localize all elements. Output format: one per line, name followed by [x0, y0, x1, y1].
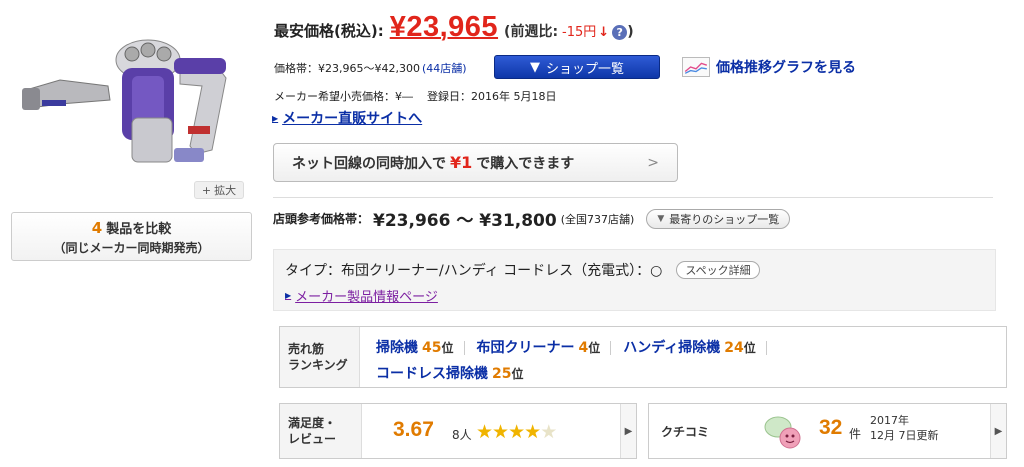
maker-direct-link[interactable]: ▶ メーカー直販サイトへ [272, 108, 422, 128]
shop-list-label: ショップ一覧 [545, 61, 624, 77]
kuchikomi-box[interactable]: クチコミ 32 件 2017年 12月 7日更新 ▶ [648, 403, 1007, 459]
net-offer-yen: ¥1 [450, 153, 473, 172]
triangle-right-icon: ▶ [285, 291, 292, 300]
star-icon: ★ [492, 421, 509, 443]
review-label: 満足度・ レビュー [280, 404, 362, 458]
price-range-row: 価格帯：¥23,965～¥42,300 (44店舗) [274, 60, 467, 76]
net-offer-pre: ネット回線の同時加入で [292, 155, 446, 172]
price-range: 価格帯：¥23,965～¥42,300 [274, 62, 420, 75]
chat-bubble-icon [764, 416, 801, 449]
help-icon[interactable]: ? [612, 25, 628, 40]
ranking-box: 売れ筋 ランキング 掃除機 45位 布団クリーナー 4位 ハンディ掃除機 24位 コードレ… [279, 326, 1007, 388]
shop-count-link[interactable]: (44店舗) [422, 60, 467, 76]
separator [610, 341, 612, 355]
kuchikomi-date-line1: 2017年 [870, 414, 909, 427]
ranking-pos: 25 [492, 366, 512, 382]
triangle-down-icon: ▼ [657, 213, 665, 224]
ranking-label: 売れ筋 ランキング [280, 327, 360, 387]
store-price-label: 店頭参考価格帯： [273, 212, 370, 226]
kuchikomi-count: 32 [819, 416, 843, 439]
triangle-right-icon: ▶ [272, 113, 279, 123]
triangle-down-icon: ▼ [529, 59, 540, 75]
star-icon: ★ [524, 421, 541, 443]
review-label-line2: レビュー [288, 432, 337, 446]
kuchikomi-date: 2017年 12月 7日更新 [870, 413, 939, 443]
ranking-unit: 位 [588, 341, 601, 355]
divider [273, 197, 993, 198]
product-image[interactable] [20, 18, 242, 188]
separator [463, 341, 465, 355]
review-box[interactable]: 満足度・ レビュー 3.67 8人 ★★★★★ ▶ [279, 403, 637, 459]
plus-icon: + [201, 183, 212, 197]
chart-icon [682, 57, 710, 77]
prev-week-close: ) [627, 24, 634, 40]
price-graph-label: 価格推移グラフを見る [716, 60, 856, 76]
shop-list-button[interactable]: ▼ ショップ一覧 [494, 55, 660, 79]
ranking-name: 布団クリーナー [476, 340, 575, 356]
chevron-right-icon[interactable]: ▶ [620, 404, 636, 458]
separator [765, 341, 767, 355]
maker-info-row: メーカー希望小売価格：¥― 登録日：2016年 5月18日 [274, 88, 557, 104]
registered-date: 登録日：2016年 5月18日 [427, 90, 557, 103]
ranking-item[interactable]: ハンディ掃除機 24位 [623, 337, 756, 357]
chevron-right-icon: > [647, 154, 659, 171]
kuchikomi-date-line2: 12月 7日更新 [870, 429, 939, 442]
ranking-items: 掃除機 45位 布団クリーナー 4位 ハンディ掃除機 24位 コードレス掃除機 25位 [376, 337, 996, 389]
ranking-pos: 4 [578, 340, 589, 356]
star-icon: ★ [540, 421, 557, 443]
star-icon: ★ [508, 421, 525, 443]
compare-count: 4 [91, 219, 103, 237]
lowest-price-row: 最安価格(税込): ¥23,965 (前週比: -15円 ↓ ? ) [274, 11, 634, 44]
compare-label: 製品を比較 [106, 222, 172, 237]
review-score: 3.67 [393, 418, 434, 441]
maker-direct-label: メーカー直販サイトへ [282, 111, 423, 127]
review-count: 8人 [452, 428, 472, 442]
ranking-pos: 45 [422, 340, 442, 356]
net-offer-post: で購入できます [476, 155, 575, 172]
spec-detail-button[interactable]: スペック詳細 [676, 261, 760, 279]
lowest-price-value[interactable]: ¥23,965 [390, 11, 498, 44]
store-count: (全国737店舗) [560, 212, 635, 226]
store-price-range: ¥23,966 ～ ¥31,800 [373, 211, 557, 231]
chevron-right-icon[interactable]: ▶ [990, 404, 1006, 458]
spec-type: タイプ：布団クリーナー/ハンディ コードレス（充電式）：○ [285, 263, 663, 279]
nearest-shops-button[interactable]: ▼ 最寄りのショップ一覧 [646, 208, 791, 229]
ranking-item[interactable]: 布団クリーナー 4位 [477, 337, 601, 357]
prev-week-value: -15円 [562, 25, 597, 40]
ranking-name: コードレス掃除機 [376, 366, 488, 382]
ranking-name: ハンディ掃除機 [623, 340, 721, 356]
review-label-line1: 満足度・ [288, 416, 337, 430]
compare-products-button[interactable]: 4 製品を比較 （同じメーカー同時期発売） [11, 212, 252, 261]
star-rating-icon: ★★★★★ [476, 421, 557, 443]
ranking-unit: 位 [511, 367, 524, 381]
compare-line: 4 製品を比較 [12, 218, 251, 237]
ranking-item[interactable]: 掃除機 45位 [376, 337, 454, 357]
ranking-unit: 位 [441, 341, 454, 355]
ranking-unit: 位 [743, 341, 756, 355]
store-price-row: 店頭参考価格帯： ¥23,966 ～ ¥31,800 (全国737店舗) ▼ 最… [273, 206, 791, 231]
ranking-pos: 24 [724, 340, 744, 356]
maker-info-label: メーカー製品情報ページ [295, 290, 438, 305]
compare-sub: （同じメーカー同時期発売） [53, 241, 210, 255]
spec-type-row: タイプ：布団クリーナー/ハンディ コードレス（充電式）：○ スペック詳細 [285, 260, 760, 280]
kuchikomi-label: クチコミ [661, 424, 710, 439]
prev-week-label: (前週比: [504, 24, 559, 40]
zoom-button[interactable]: + 拡大 [194, 181, 244, 199]
arrow-down-icon: ↓ [598, 25, 610, 40]
net-offer-button[interactable]: ネット回線の同時加入で ¥1 で購入できます > [273, 143, 678, 182]
zoom-label: 拡大 [214, 184, 237, 197]
price-graph-link[interactable]: 価格推移グラフを見る [682, 57, 856, 77]
nearest-shops-label: 最寄りのショップ一覧 [669, 212, 780, 226]
lowest-price-label: 最安価格(税込): [274, 22, 384, 40]
ranking-item[interactable]: コードレス掃除機 25位 [376, 363, 524, 383]
maker-info-link[interactable]: ▶ メーカー製品情報ページ [285, 286, 438, 305]
spec-box: タイプ：布団クリーナー/ハンディ コードレス（充電式）：○ スペック詳細 ▶ メ… [273, 249, 996, 311]
kuchikomi-unit: 件 [849, 427, 862, 441]
ranking-label-line1: 売れ筋 [288, 342, 325, 356]
ranking-label-line2: ランキング [288, 358, 348, 372]
star-icon: ★ [476, 421, 493, 443]
ranking-name: 掃除機 [376, 340, 418, 356]
msrp: メーカー希望小売価格：¥― [274, 90, 413, 103]
